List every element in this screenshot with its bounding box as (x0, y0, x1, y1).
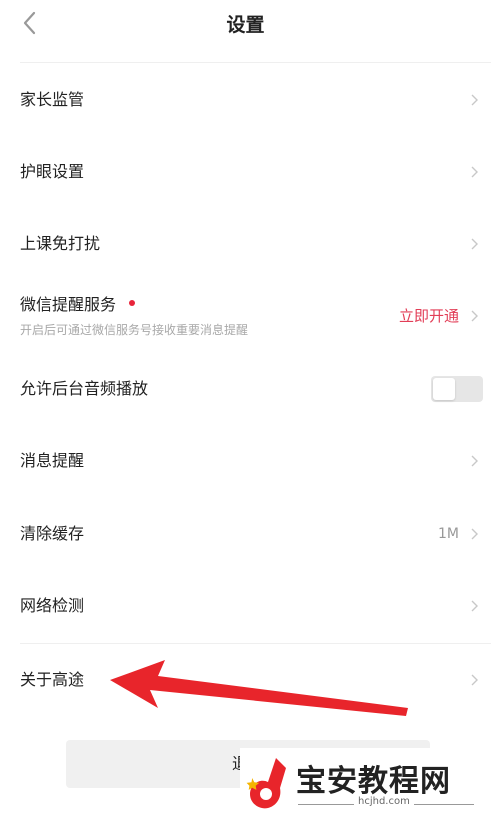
watermark-line-left (298, 804, 354, 805)
watermark-line-right (414, 804, 474, 805)
watermark-text: 宝安教程网 (296, 764, 451, 799)
watermark-logo-icon (246, 758, 286, 809)
watermark-url: hcjhd.com (358, 796, 410, 807)
annotation-arrow (110, 660, 408, 716)
watermark: 宝安教程网 hcjhd.com (240, 748, 491, 818)
